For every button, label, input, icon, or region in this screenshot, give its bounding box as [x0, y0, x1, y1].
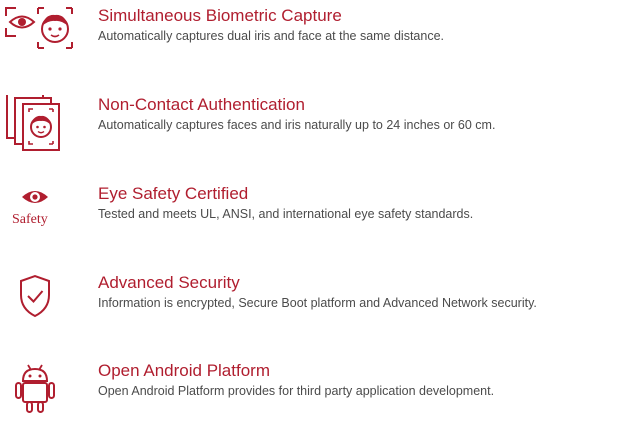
feature-text: Non-Contact Authentication Automatically…	[98, 95, 629, 133]
feature-title: Open Android Platform	[98, 361, 270, 380]
feature-description: Automatically captures dual iris and fac…	[98, 29, 445, 43]
feature-title: Simultaneous Biometric Capture	[98, 6, 342, 25]
eye-safety-icon: Safety	[4, 184, 76, 244]
feature-item-open-android: Open Android Platform Open Android Platf…	[0, 361, 633, 431]
feature-title: Advanced Security	[98, 273, 240, 292]
safety-label: Safety	[12, 212, 48, 227]
stacked-face-frames-icon	[4, 95, 76, 155]
feature-description: Automatically captures faces and iris na…	[98, 118, 496, 132]
feature-text: Advanced Security Information is encrypt…	[98, 273, 629, 311]
feature-item-eye-safety: Safety Eye Safety Certified Tested and m…	[0, 184, 633, 254]
feature-item-non-contact-authentication: Non-Contact Authentication Automatically…	[0, 95, 633, 165]
feature-item-advanced-security: Advanced Security Information is encrypt…	[0, 273, 633, 343]
feature-title: Non-Contact Authentication	[98, 95, 305, 114]
feature-item-biometric-capture: Simultaneous Biometric Capture Automatic…	[0, 6, 633, 76]
feature-text: Eye Safety Certified Tested and meets UL…	[98, 184, 629, 222]
feature-title: Eye Safety Certified	[98, 184, 249, 203]
android-icon	[4, 361, 76, 421]
eye-face-scan-icon	[4, 6, 76, 66]
feature-text: Open Android Platform Open Android Platf…	[98, 361, 629, 399]
feature-text: Simultaneous Biometric Capture Automatic…	[98, 6, 629, 44]
feature-description: Information is encrypted, Secure Boot pl…	[98, 296, 537, 310]
feature-description: Open Android Platform provides for third…	[98, 384, 495, 398]
feature-description: Tested and meets UL, ANSI, and internati…	[98, 207, 474, 221]
shield-check-icon	[4, 273, 76, 333]
